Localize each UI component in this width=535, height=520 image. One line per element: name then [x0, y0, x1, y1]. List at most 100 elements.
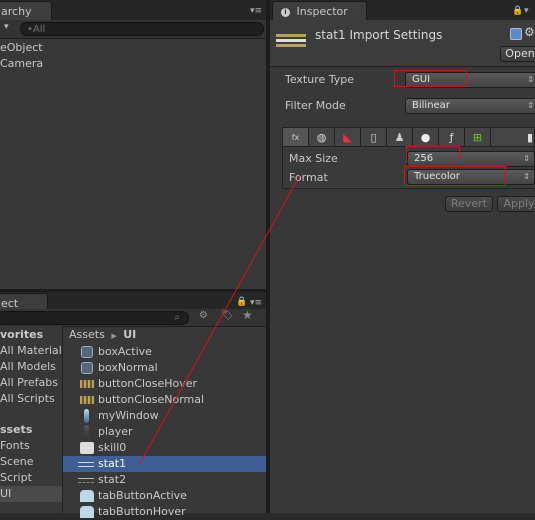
asset-item-tabbuttonhover[interactable]: tabButtonHover [63, 504, 266, 520]
dropdown-arrow-icon: ⇕ [527, 75, 534, 84]
platform-web-globe-icon[interactable]: ◍ [309, 128, 335, 146]
platform-standalone-icon[interactable]: ◣ [335, 128, 361, 146]
lock-icon[interactable]: 🔒 [512, 6, 523, 16]
dropdown-arrow-icon: ⇕ [527, 101, 534, 110]
asset-name: player [98, 425, 133, 438]
asset-name: skill0 [98, 441, 127, 454]
asset-item-stat2[interactable]: stat2 [63, 472, 266, 488]
inspector-header: stat1 Import Settings ⚙ Open [270, 20, 535, 67]
hierarchy-item-gameobject[interactable]: eObject [0, 40, 43, 56]
asset-item-buttonclosenormal[interactable]: buttonCloseNormal [63, 392, 266, 408]
dropdown-arrow-icon: ⇕ [523, 154, 530, 163]
circle-frame-icon [81, 346, 93, 358]
striped-image-icon [80, 396, 94, 404]
tab-image-icon [80, 490, 94, 502]
open-button[interactable]: Open [500, 46, 535, 62]
figure-icon [84, 425, 89, 439]
annotation-box [394, 70, 467, 87]
platform-flash-icon[interactable]: ƒ [439, 128, 465, 146]
project-search-input[interactable]: ⌕ [0, 311, 189, 325]
texture-type-label: Texture Type [285, 73, 355, 86]
asset-item-tabbuttonactive[interactable]: tabButtonActive [63, 488, 266, 504]
apply-button[interactable]: Apply [497, 196, 535, 212]
search-placeholder: •All [27, 24, 46, 35]
asset-name: buttonCloseHover [98, 377, 198, 390]
platform-android-icon[interactable]: ♟ [387, 128, 413, 146]
figure-icon [84, 409, 89, 423]
bar-icon [78, 478, 94, 483]
bar-icon [78, 462, 94, 467]
project-tree: vorites All Material All Models All Pref… [0, 326, 63, 513]
asset-item-buttonclosehover[interactable]: buttonCloseHover [63, 376, 266, 392]
favorite-item[interactable]: All Scripts [0, 391, 55, 407]
revert-button[interactable]: Revert [445, 196, 493, 212]
annotation-box [406, 146, 460, 162]
filter-by-label-icon[interactable]: 🏷 [221, 310, 234, 321]
tab-hierarchy-label: archy [1, 5, 32, 18]
asset-item-stat1[interactable]: stat1 [63, 456, 266, 472]
search-icon: ⌕ [174, 312, 180, 323]
platform-windows-store-icon[interactable]: ⊞ [465, 128, 491, 146]
folder-item-fonts[interactable]: Fonts [0, 438, 30, 454]
asset-name: tabButtonActive [98, 489, 187, 502]
favorite-star-icon[interactable]: ★ [242, 308, 253, 322]
tab-inspector[interactable]: i Inspector [272, 1, 367, 20]
folder-item-script[interactable]: Script [0, 470, 32, 486]
platform-blackberry-icon[interactable]: ● [413, 128, 439, 146]
favorites-header[interactable]: vorites [0, 327, 43, 343]
platform-default-icon[interactable]: fx [283, 128, 309, 146]
panel-menu-icon[interactable]: ▾ [524, 6, 529, 16]
import-settings-title: stat1 Import Settings [315, 28, 443, 42]
gear-icon[interactable]: ⚙ [524, 25, 535, 39]
breadcrumb-separator-icon: ▶ [111, 332, 117, 340]
create-dropdown[interactable]: ▾ [4, 22, 9, 32]
dropdown-arrow-icon: ⇕ [523, 172, 530, 181]
folder-item-ui[interactable]: UI [0, 486, 62, 502]
asset-item-boxactive[interactable]: boxActive [63, 344, 266, 360]
format-label: Format [289, 171, 328, 184]
favorite-item[interactable]: All Prefabs [0, 375, 58, 391]
asset-list: boxActive boxNormal buttonCloseHover but… [63, 344, 266, 518]
asset-name: boxActive [98, 345, 152, 358]
platform-iphone-icon[interactable]: ▯ [361, 128, 387, 146]
circle-frame-icon [81, 362, 93, 374]
asset-name: stat2 [98, 473, 127, 486]
favorite-item[interactable]: All Models [0, 359, 56, 375]
panel-menu-icon[interactable]: ▾≡ [250, 6, 262, 16]
texture-thumbnail-icon [276, 34, 306, 48]
inspector-panel: i Inspector 🔒 ▾ stat1 Import Settings ⚙ … [270, 0, 535, 513]
asset-item-player[interactable]: player [63, 424, 266, 440]
asset-item-skill0[interactable]: skill0 [63, 440, 266, 456]
platform-windows-phone-icon[interactable]: ▮ [517, 128, 535, 146]
filter-by-type-icon[interactable]: ⚙ [199, 310, 208, 321]
asset-name: tabButtonHover [98, 505, 186, 518]
asset-name: buttonCloseNormal [98, 393, 205, 406]
hierarchy-panel: archy ▾≡ ▾ •All eObject Camera [0, 0, 266, 290]
breadcrumb-root[interactable]: Assets [69, 328, 105, 341]
help-icon[interactable] [510, 28, 522, 40]
asset-item-mywindow[interactable]: myWindow [63, 408, 266, 424]
tab-hierarchy[interactable]: archy [0, 1, 52, 20]
project-panel: ect 🔒 ▾≡ ⌕ ⚙ 🏷 ★ vorites All Material Al… [0, 292, 266, 518]
folder-item-scene[interactable]: Scene [0, 454, 34, 470]
assets-header[interactable]: ssets [0, 422, 32, 438]
robot-icon [80, 442, 94, 454]
panel-menu-icon[interactable]: ▾≡ [250, 298, 262, 308]
tab-inspector-label: Inspector [296, 5, 348, 18]
info-icon: i [281, 8, 290, 17]
max-size-label: Max Size [289, 152, 338, 165]
hierarchy-item-camera[interactable]: Camera [0, 56, 43, 72]
breadcrumb-current[interactable]: UI [123, 328, 136, 341]
asset-name: myWindow [98, 409, 159, 422]
striped-image-icon [80, 380, 94, 388]
filter-mode-value: Bilinear [412, 100, 450, 111]
asset-name: stat1 [98, 457, 127, 470]
platform-tabbar: fx ◍ ◣ ▯ ♟ ● ƒ ⊞ ▮ [282, 127, 535, 147]
favorite-item[interactable]: All Material [0, 343, 62, 359]
lock-icon[interactable]: 🔒 [236, 297, 247, 307]
filter-mode-dropdown[interactable]: Bilinear ⇕ [405, 98, 535, 114]
tab-image-icon [80, 506, 94, 518]
annotation-box [404, 166, 506, 186]
asset-item-boxnormal[interactable]: boxNormal [63, 360, 266, 376]
hierarchy-search-input[interactable]: •All [20, 22, 264, 36]
